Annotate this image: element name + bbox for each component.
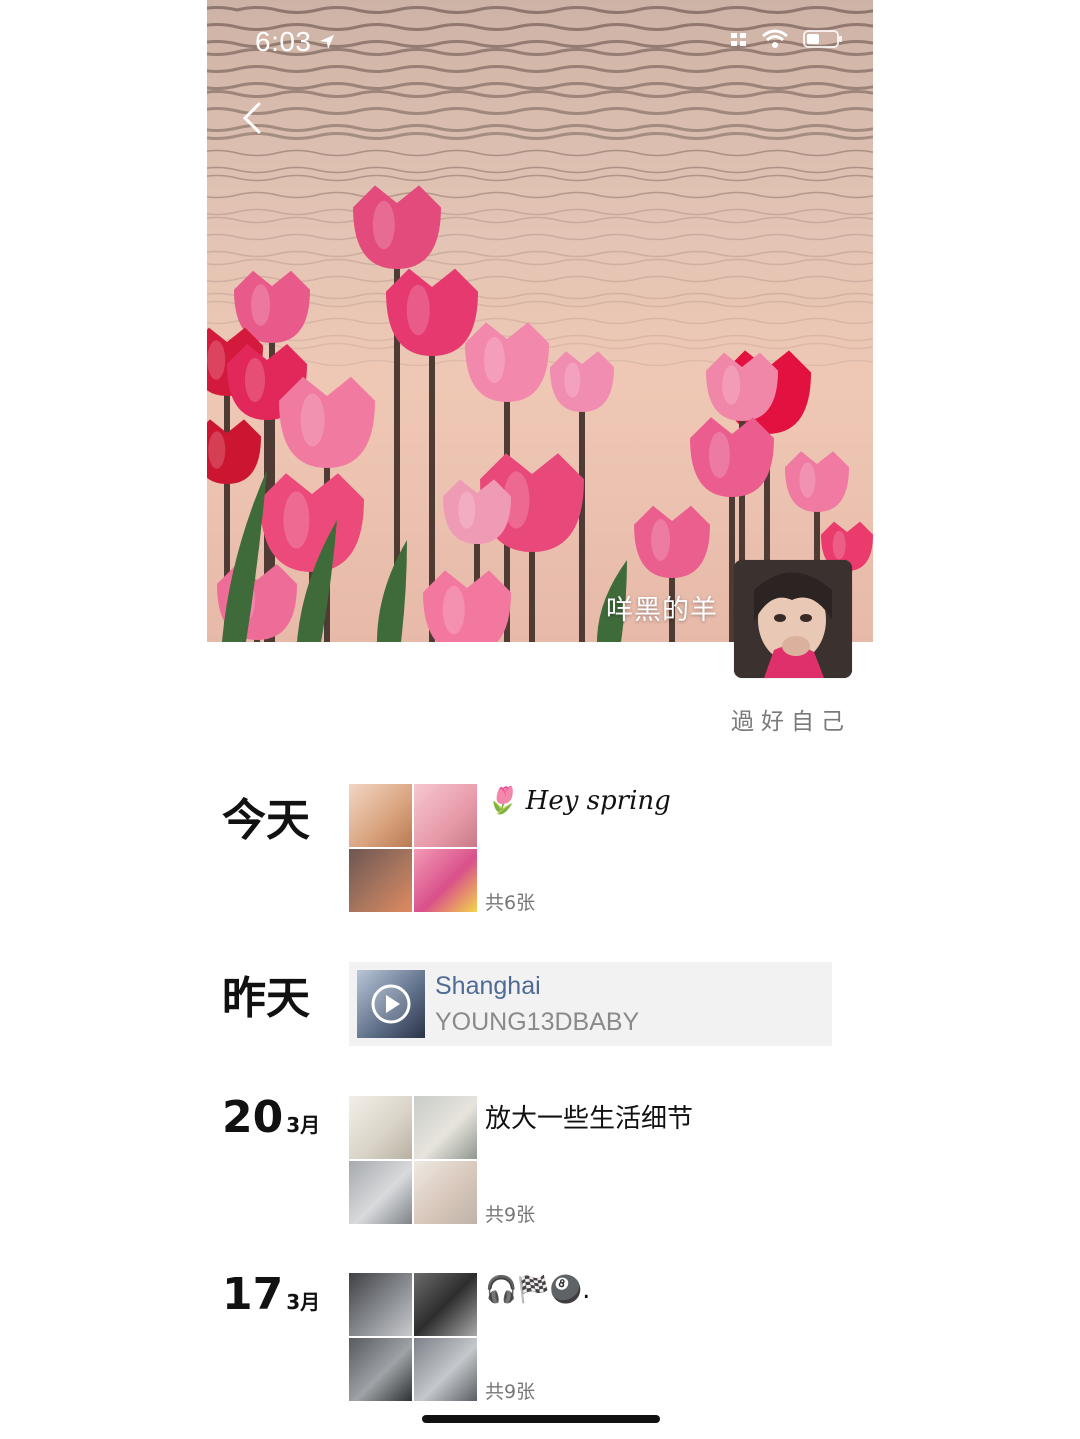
music-artist: YOUNG13DBABY (435, 1008, 640, 1036)
photo-grid[interactable] (349, 1096, 477, 1224)
tulip-leaf (377, 540, 407, 642)
tulip-flower (353, 185, 441, 269)
feed-entry-yesterday[interactable]: 昨天 Shanghai YOUNG13DBABY (207, 960, 873, 1050)
photo-thumb[interactable] (349, 1096, 412, 1159)
tulip-highlight (799, 462, 816, 498)
tulip-highlight (207, 340, 226, 380)
tulip-flower (550, 351, 614, 412)
tulip-highlight (372, 200, 395, 250)
clock: 6:03 (255, 26, 312, 57)
feed-entry-today[interactable]: 今天 🌷 Hey spring 共6张 (207, 784, 873, 914)
tulip-highlight (458, 491, 476, 529)
tulip-highlight (406, 284, 430, 336)
date-day: 17 (222, 1269, 284, 1320)
entry-caption[interactable]: 🌷 Hey spring (485, 786, 671, 816)
photo-count: 共9张 (485, 1204, 536, 1226)
music-title: Shanghai (435, 972, 541, 1000)
photo-count: 共9张 (485, 1381, 536, 1403)
entry-caption-text: Hey spring (525, 786, 671, 816)
back-chevron-icon[interactable] (235, 100, 271, 136)
date-label: 今天 (222, 795, 310, 846)
photo-thumb[interactable] (349, 1161, 412, 1224)
photo-thumb[interactable] (349, 1273, 412, 1336)
profile-signature: 過好自己 (731, 709, 851, 735)
date-month: 3月 (286, 1113, 321, 1137)
wifi-icon (762, 29, 788, 48)
photo-grid[interactable] (349, 1273, 477, 1401)
photo-thumb[interactable] (414, 1161, 477, 1224)
photo-thumb[interactable] (414, 849, 477, 912)
date-label: 昨天 (222, 973, 310, 1024)
photo-thumb[interactable] (414, 1273, 477, 1336)
date-label: 20 3月 (222, 1092, 320, 1143)
tulip-highlight (208, 431, 226, 469)
moments-profile-screen: 6:03 咩黑的羊 過好自己 今天 🌷 Hey spring 共6张 昨天 Sh… (207, 0, 873, 1439)
photo-count: 共6张 (485, 892, 536, 914)
avatar-portrait (734, 560, 852, 678)
entry-caption[interactable]: 🎧🏁🎱. (485, 1275, 590, 1305)
location-arrow-icon (319, 35, 334, 49)
photo-thumb[interactable] (349, 1338, 412, 1401)
date-day: 20 (222, 1092, 284, 1143)
signal-icon (731, 33, 746, 46)
feed-entry-mar-20[interactable]: 20 3月 放大一些生活细节 共9张 (207, 1092, 873, 1226)
photo-grid[interactable] (349, 784, 477, 912)
tulip-flower (260, 473, 364, 572)
cover-photo[interactable]: 6:03 咩黑的羊 (207, 0, 873, 642)
tulip-highlight (483, 336, 505, 384)
avatar[interactable] (734, 560, 852, 678)
battery-icon (803, 30, 842, 48)
music-cover (357, 970, 425, 1038)
tulip-flower (690, 417, 774, 497)
tulip-emoji: 🌷 (485, 786, 518, 816)
entry-caption[interactable]: 放大一些生活细节 (485, 1098, 693, 1135)
photo-thumb[interactable] (349, 784, 412, 847)
status-time: 6:03 (255, 26, 336, 58)
photo-thumb[interactable] (414, 1338, 477, 1401)
tulip-illustration (207, 185, 873, 642)
tulip-highlight (300, 393, 325, 447)
play-icon[interactable] (357, 970, 425, 1038)
photo-thumb[interactable] (414, 1096, 477, 1159)
home-indicator[interactable] (422, 1415, 660, 1423)
tulip-highlight (245, 358, 265, 402)
tulip-highlight (722, 365, 741, 405)
tulip-flower (279, 376, 375, 468)
photo-thumb[interactable] (414, 784, 477, 847)
profile-nickname[interactable]: 咩黑的羊 (606, 588, 718, 627)
tulip-highlight (832, 530, 846, 560)
tulip-flower (465, 322, 549, 402)
status-indicators (731, 28, 843, 50)
tulip-highlight (564, 362, 581, 398)
tulip-flower (423, 570, 511, 642)
tulip-stem (579, 399, 585, 642)
tulip-flower (785, 451, 849, 512)
date-label: 17 3月 (222, 1269, 320, 1320)
date-month: 3月 (286, 1290, 321, 1314)
tulip-highlight (442, 585, 465, 635)
feed-entry-mar-17[interactable]: 17 3月 🎧🏁🎱. 共9张 (207, 1269, 873, 1403)
tulip-highlight (651, 519, 671, 561)
tulip-highlight (251, 284, 271, 326)
photo-thumb[interactable] (349, 849, 412, 912)
tulip-highlight (283, 491, 310, 549)
tulip-highlight (708, 431, 730, 479)
tulip-flower (634, 505, 710, 578)
music-share-card[interactable]: Shanghai YOUNG13DBABY (349, 962, 832, 1046)
